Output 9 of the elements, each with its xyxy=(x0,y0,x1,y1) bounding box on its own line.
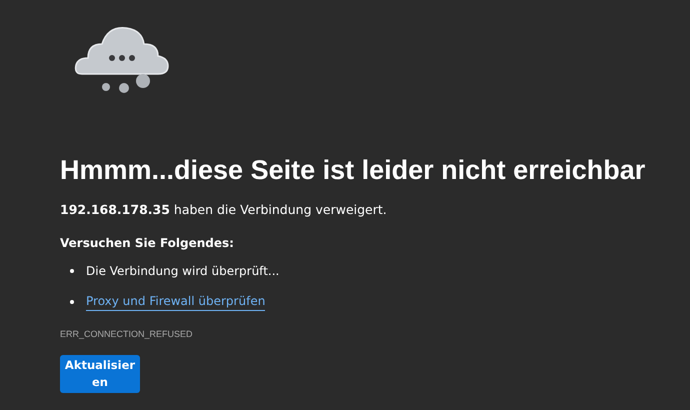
suggestions-title: Versuchen Sie Folgendes: xyxy=(60,235,235,252)
error-message: 192.168.178.35 haben die Verbindung verweigert. xyxy=(60,201,388,219)
error-code: ERR_CONNECTION_REFUSED xyxy=(60,329,194,339)
suggestion-link[interactable]: Proxy und Firewall überprüfen xyxy=(86,292,266,311)
bullet-icon xyxy=(70,269,74,273)
bullet-icon xyxy=(70,300,74,304)
suggestion-text: Die Verbindung wird überprüft... xyxy=(86,263,280,280)
reload-button[interactable]: Aktualisieren xyxy=(60,355,140,393)
error-heading: Hmmm...diese Seite ist leider nicht erreichbar xyxy=(60,154,646,187)
